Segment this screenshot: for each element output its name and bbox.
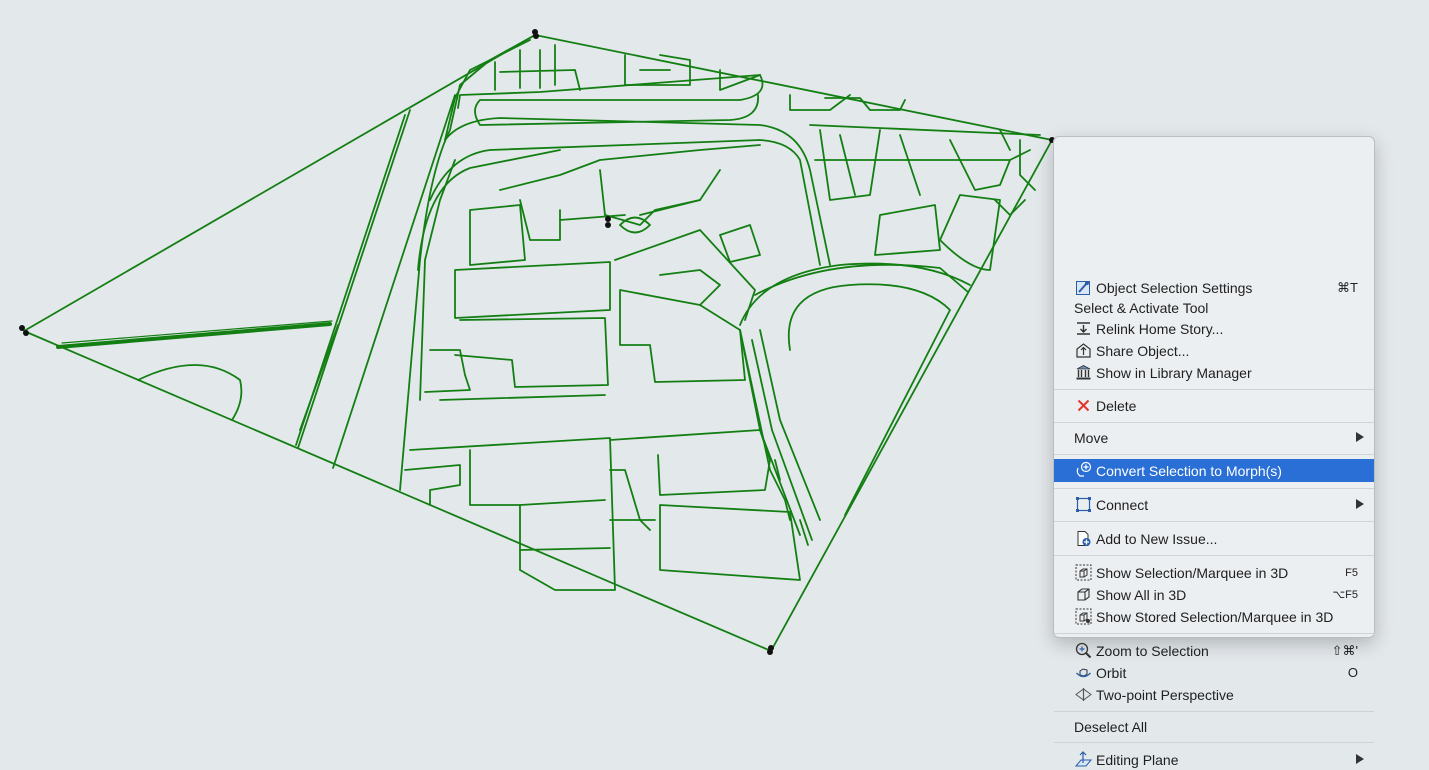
share-object-icon: [1074, 342, 1092, 359]
menu-item-show-in-library-manager[interactable]: Show in Library Manager: [1054, 362, 1374, 383]
menu-item-two-point-perspective[interactable]: Two-point Perspective: [1054, 684, 1374, 705]
menu-separator: [1054, 555, 1374, 556]
site-boundary: [23, 34, 1053, 652]
hotspot-left: [19, 325, 25, 331]
menu-item-shortcut: F5: [1345, 566, 1358, 579]
menu-item-show-stored-selection-3d[interactable]: Show Stored Selection/Marquee in 3D: [1054, 606, 1374, 627]
cube-icon: [1074, 586, 1092, 603]
menu-item-select-activate-tool[interactable]: Select & Activate Tool: [1054, 297, 1374, 318]
library-manager-icon: [1074, 364, 1092, 381]
menu-item-label: Relink Home Story...: [1096, 320, 1224, 337]
menu-separator: [1054, 422, 1374, 423]
hotspot-top-2: [533, 33, 539, 39]
menu-item-show-selection-3d[interactable]: Show Selection/Marquee in 3D F5: [1054, 562, 1374, 583]
menu-item-label: Orbit: [1096, 664, 1127, 681]
menu-item-label: Add to New Issue...: [1096, 530, 1218, 547]
menu-item-share-object[interactable]: Share Object...: [1054, 340, 1374, 361]
menu-item-label: Object Selection Settings: [1096, 279, 1253, 296]
menu-item-label: Delete: [1096, 397, 1137, 414]
menu-item-label: Deselect All: [1074, 718, 1148, 735]
orbit-icon: [1074, 664, 1092, 681]
menu-item-label: Editing Plane: [1096, 751, 1179, 768]
menu-item-shortcut: ⌘T: [1337, 279, 1358, 295]
menu-item-label: Zoom to Selection: [1096, 642, 1209, 659]
menu-item-shortcut: O: [1347, 665, 1358, 680]
editing-plane-icon: [1074, 751, 1092, 768]
show-3d-icon: [1074, 564, 1092, 581]
zoom-icon: [1074, 642, 1092, 659]
menu-item-shortcut: ⌥F5: [1332, 589, 1358, 601]
menu-item-convert-to-morph[interactable]: Convert Selection to Morph(s): [1054, 459, 1374, 482]
menu-item-orbit[interactable]: Orbit O: [1054, 662, 1374, 683]
menu-separator: [1054, 711, 1374, 712]
menu-separator: [1054, 454, 1374, 455]
menu-separator: [1054, 521, 1374, 522]
two-point-perspective-icon: [1074, 686, 1092, 703]
menu-item-deselect-all[interactable]: Deselect All: [1054, 716, 1374, 737]
menu-item-editing-plane[interactable]: Editing Plane: [1054, 749, 1374, 770]
menu-item-label: Move: [1074, 429, 1109, 446]
menu-item-label: Show in Library Manager: [1096, 364, 1252, 381]
hotspot-center: [605, 216, 611, 222]
menu-item-relink-home-story[interactable]: Relink Home Story...: [1054, 318, 1374, 339]
menu-item-label: Show Selection/Marquee in 3D: [1096, 564, 1289, 581]
menu-item-delete[interactable]: Delete: [1054, 395, 1374, 416]
object-settings-icon: [1074, 279, 1092, 296]
menu-item-move[interactable]: Move: [1054, 427, 1374, 448]
submenu-arrow-icon: [1356, 754, 1364, 764]
menu-item-label: Show All in 3D: [1096, 586, 1187, 603]
submenu-arrow-icon: [1356, 499, 1364, 509]
menu-item-shortcut: ⇧⌘': [1331, 642, 1358, 658]
menu-item-label: Share Object...: [1096, 342, 1190, 359]
menu-item-label: Show Stored Selection/Marquee in 3D: [1096, 608, 1334, 625]
delete-icon: [1074, 397, 1092, 414]
menu-item-label: Two-point Perspective: [1096, 686, 1234, 703]
menu-item-connect[interactable]: Connect: [1054, 494, 1374, 515]
hotspot-bottom-2: [767, 649, 773, 655]
submenu-arrow-icon: [1356, 432, 1364, 442]
hotspot-left-2: [23, 330, 29, 336]
menu-item-object-selection-settings[interactable]: Object Selection Settings ⌘T: [1054, 277, 1374, 298]
menu-item-label: Convert Selection to Morph(s): [1096, 462, 1282, 479]
menu-separator: [1054, 633, 1374, 634]
relink-home-story-icon: [1074, 320, 1092, 337]
menu-item-add-to-new-issue[interactable]: Add to New Issue...: [1054, 528, 1374, 549]
add-issue-icon: [1074, 530, 1092, 547]
menu-item-label: Select & Activate Tool: [1074, 299, 1209, 316]
menu-separator: [1054, 389, 1374, 390]
menu-item-zoom-to-selection[interactable]: Zoom to Selection ⇧⌘': [1054, 640, 1374, 661]
hotspot-center-2: [605, 222, 611, 228]
context-menu: Object Selection Settings ⌘T Select & Ac…: [1053, 136, 1375, 768]
menu-item-label: Connect: [1096, 496, 1149, 513]
stored-3d-icon: [1074, 608, 1092, 625]
connect-icon: [1074, 496, 1092, 513]
menu-separator: [1054, 488, 1374, 489]
menu-item-show-all-3d[interactable]: Show All in 3D ⌥F5: [1054, 584, 1374, 605]
menu-separator: [1054, 742, 1374, 743]
morph-icon: [1074, 461, 1092, 478]
